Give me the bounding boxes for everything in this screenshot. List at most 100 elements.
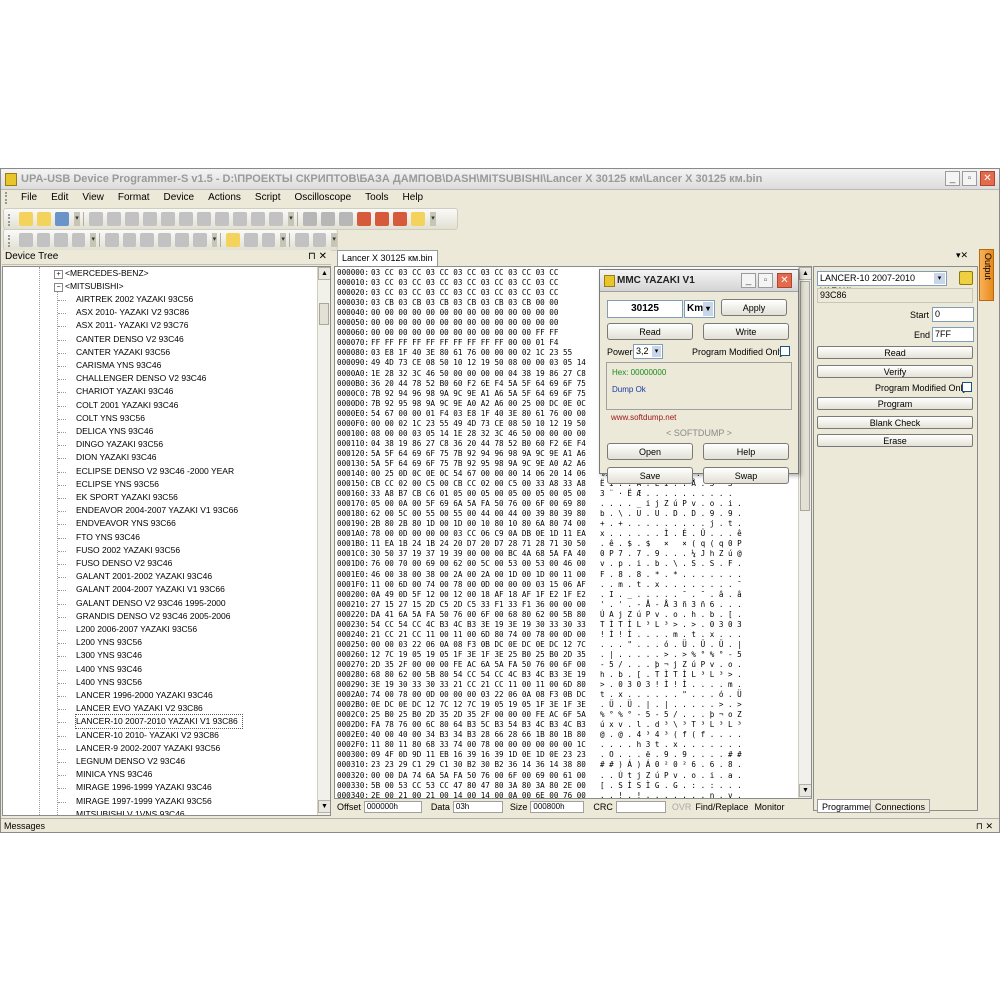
tree-item-device[interactable]: GALANT 2001-2002 YAZAKI 93C46 xyxy=(76,570,212,583)
tree-item-device[interactable]: LANCER-10 2007-2010 YAZAKI V1 93C86 xyxy=(75,714,243,730)
hex-row[interactable]: 0002C0: 25 B0 25 B0 2D 35 2D 35 2F 00 00 … xyxy=(337,710,742,720)
hex-row[interactable]: 000130: 5A 5F 64 69 6F 75 7B 92 95 98 9A … xyxy=(337,459,600,469)
hex-row[interactable]: 000320: 00 00 DA 74 6A 5A FA 50 76 00 6F … xyxy=(337,771,742,781)
menu-edit[interactable]: Edit xyxy=(44,190,75,206)
end-input[interactable]: 7FF xyxy=(932,327,974,342)
sigma-icon[interactable] xyxy=(411,212,425,226)
verify-button[interactable]: Verify xyxy=(817,365,973,378)
menu-help[interactable]: Help xyxy=(396,190,431,206)
device-select[interactable]: LANCER-10 2007-2010 YAZAKI ▾ xyxy=(817,271,947,296)
copy-icon[interactable] xyxy=(143,212,157,226)
output-side-tab[interactable]: Output xyxy=(979,249,994,301)
hex-row[interactable]: 0002F0: 11 80 11 80 68 33 74 00 78 00 00 … xyxy=(337,740,742,750)
menu-actions[interactable]: Actions xyxy=(201,190,248,206)
hex-row[interactable]: 0001D0: 76 00 70 00 69 00 62 00 5C 00 53 … xyxy=(337,559,742,569)
redo-icon[interactable] xyxy=(107,212,121,226)
read-button[interactable]: Read xyxy=(817,346,973,359)
maximize-button[interactable]: ▫ xyxy=(962,171,977,186)
hex-row[interactable]: 000030: 03 CB 03 CB 03 CB 03 CB 03 CB 03 … xyxy=(337,298,600,308)
hex-row[interactable]: 000100: 08 00 00 03 05 14 1E 28 32 3C 46 … xyxy=(337,429,600,439)
hex-scrollbar[interactable]: ▲ ▼ xyxy=(798,267,811,798)
tree-item-device[interactable]: L300 YNS 93C46 xyxy=(76,649,142,662)
minimize-button[interactable]: _ xyxy=(945,171,960,186)
menu-tools[interactable]: Tools xyxy=(358,190,395,206)
delete-icon[interactable] xyxy=(179,212,193,226)
chevron-down-icon[interactable]: ▾ xyxy=(90,233,97,247)
chevron-down-icon[interactable]: ▾ xyxy=(652,346,661,357)
apply-button[interactable]: Apply xyxy=(721,299,787,316)
chevron-down-icon[interactable]: ▾ xyxy=(703,302,713,316)
tree-item-device[interactable]: ECLIPSE YNS 93C56 xyxy=(76,478,159,491)
website-link[interactable]: www.softdump.net xyxy=(611,413,676,422)
find-replace-tab[interactable]: Find/Replace xyxy=(695,802,748,812)
tree-item-device[interactable]: AIRTREK 2002 YAZAKI 93C56 xyxy=(76,293,193,306)
swap-button[interactable]: Swap xyxy=(703,467,789,484)
view3-icon[interactable] xyxy=(140,233,154,247)
calc-icon[interactable] xyxy=(339,212,353,226)
hex-row[interactable]: 000240: 21 CC 21 CC 11 00 11 00 6D 80 74 … xyxy=(337,630,742,640)
hex-row[interactable]: 000300: 09 4F 0D 9D 11 EB 16 39 16 39 1D … xyxy=(337,750,742,760)
chevron-down-icon[interactable]: ▾ xyxy=(280,233,287,247)
tree-item-device[interactable]: L200 YNS 93C56 xyxy=(76,636,142,649)
menu-script[interactable]: Script xyxy=(248,190,288,206)
help-button[interactable]: Help xyxy=(703,443,789,460)
hex-row[interactable]: 0000B0: 36 20 44 78 52 B0 60 F2 6E F4 5A … xyxy=(337,379,600,389)
device-icon[interactable] xyxy=(303,212,317,226)
menu-device[interactable]: Device xyxy=(157,190,202,206)
scroll-thumb[interactable] xyxy=(319,303,329,325)
hex-row[interactable]: 0001B0: 11 EA 1B 24 1B 24 20 D7 20 D7 28 … xyxy=(337,539,742,549)
pin-close-icon[interactable]: ⊓ ✕ xyxy=(976,819,993,832)
tree-item-device[interactable]: MINICA YNS 93C46 xyxy=(76,768,152,781)
program-button[interactable]: Program xyxy=(817,397,973,410)
chip-icon[interactable] xyxy=(321,212,335,226)
scroll-down-icon[interactable]: ▼ xyxy=(799,784,811,797)
tree-node-mercedes[interactable]: <MERCEDES-BENZ> xyxy=(65,267,149,280)
tree-item-device[interactable]: FUSO 2002 YAZAKI 93C56 xyxy=(76,544,180,557)
tree-item-device[interactable]: LANCER-10 2010- YAZAKI V2 93C86 xyxy=(76,729,219,742)
hex-row[interactable]: 0001F0: 11 00 6D 00 74 00 78 00 0D 00 00 … xyxy=(337,580,742,590)
tree-item-device[interactable]: EK SPORT YAZAKI 93C56 xyxy=(76,491,178,504)
monitor-tab[interactable]: Monitor xyxy=(754,802,784,812)
hex-row[interactable]: 000110: 04 38 19 86 27 C8 36 20 44 78 52 … xyxy=(337,439,600,449)
goto-icon[interactable] xyxy=(233,212,247,226)
dialog-close-button[interactable]: ✕ xyxy=(777,273,792,288)
tree-item-device[interactable]: CHALLENGER DENSO V2 93C46 xyxy=(76,372,206,385)
program-modified-only-checkbox[interactable] xyxy=(962,382,972,392)
hex-row[interactable]: 000230: 54 CC 54 CC 4C B3 4C B3 3E 19 3E … xyxy=(337,620,742,630)
unit-select[interactable]: Km ▾ xyxy=(684,300,715,318)
tab-programmer[interactable]: Programmer xyxy=(817,799,878,813)
pin-close-icon[interactable]: ⊓ ✕ xyxy=(308,250,327,264)
hex-row[interactable]: 000280: 68 80 62 00 5B 80 54 CC 54 CC 4C … xyxy=(337,670,742,680)
tree-node-mitsubishi[interactable]: <MITSUBISHI> xyxy=(65,280,124,293)
program-modified-only-checkbox[interactable] xyxy=(780,346,790,356)
chevron-down-icon[interactable]: ▾ xyxy=(331,233,338,247)
hex-row[interactable]: 000260: 12 7C 19 05 19 05 1F 3E 1F 3E 25 … xyxy=(337,650,742,660)
dialog-read-button[interactable]: Read xyxy=(607,323,693,340)
view2-icon[interactable] xyxy=(122,233,137,247)
dialog-write-button[interactable]: Write xyxy=(703,323,789,340)
hex-row[interactable]: 0000A0: 1E 28 32 3C 46 50 00 00 00 00 04 … xyxy=(337,369,600,379)
hex-row[interactable]: 000310: 23 23 29 C1 29 C1 30 B2 30 B2 36 … xyxy=(337,760,742,770)
scroll-up-icon[interactable]: ▲ xyxy=(799,267,811,280)
chevron-down-icon[interactable]: ▾ xyxy=(934,273,945,284)
tab-connections[interactable]: Connections xyxy=(870,799,931,813)
tree-item-device[interactable]: ENDVEAVOR YNS 93C66 xyxy=(76,517,176,530)
hand-icon[interactable] xyxy=(71,233,86,247)
close-button[interactable]: ✕ xyxy=(980,171,995,186)
view4-icon[interactable] xyxy=(157,233,172,247)
tree-item-device[interactable]: GRANDIS DENSO V2 93C46 2005-2006 xyxy=(76,610,231,623)
find-icon[interactable] xyxy=(197,212,211,226)
chevron-down-icon[interactable]: ▾ xyxy=(74,212,80,226)
tree-item-device[interactable]: COLT 2001 YAZAKI 93C46 xyxy=(76,399,178,412)
hex-row[interactable]: 0001E0: 46 00 38 00 38 00 2A 00 2A 00 1D … xyxy=(337,570,742,580)
hex-row[interactable]: 000170: 05 00 0A 00 5F 69 6A 5A FA 50 76 … xyxy=(337,499,742,509)
view1-icon[interactable] xyxy=(105,233,119,247)
view5-icon[interactable] xyxy=(175,233,190,247)
hex-row[interactable]: 000010: 03 CC 03 CC 03 CC 03 CC 03 CC 03 … xyxy=(337,278,600,288)
hex-row[interactable]: 0002A0: 74 00 78 00 0D 00 00 00 03 22 06 … xyxy=(337,690,742,700)
device-info-icon[interactable] xyxy=(959,271,973,285)
tree-item-device[interactable]: DINGO YAZAKI 93C56 xyxy=(76,438,163,451)
tree-item-device[interactable]: GALANT DENSO V2 93C46 1995-2000 xyxy=(76,597,226,610)
tree-item-device[interactable]: ASX 2010- YAZAKI V2 93C86 xyxy=(76,306,189,319)
tree-item-device[interactable]: CARISMA YNS 93C46 xyxy=(76,359,161,372)
